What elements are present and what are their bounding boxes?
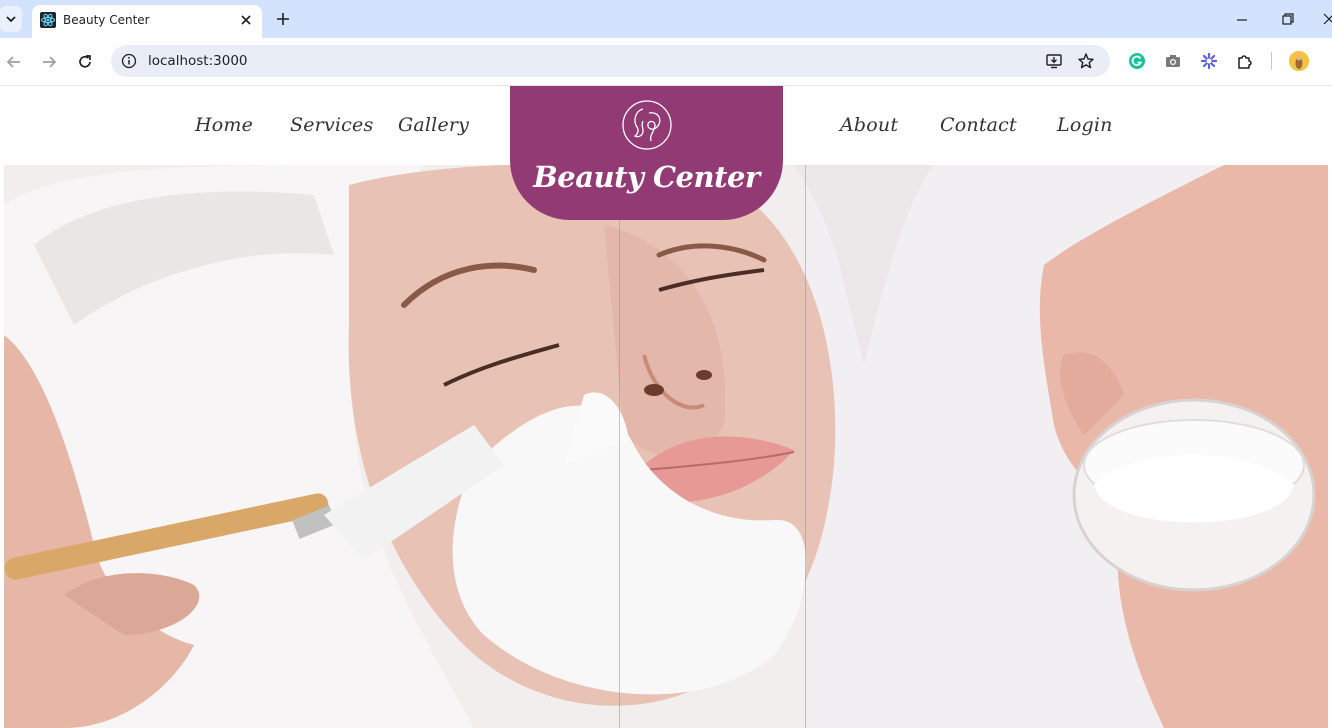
hero-divider-line <box>619 165 620 728</box>
nav-link-login[interactable]: Login <box>1057 114 1113 136</box>
address-bar[interactable]: localhost:3000 <box>111 45 1110 77</box>
window-close-icon[interactable] <box>1322 12 1332 26</box>
install-app-icon[interactable] <box>1045 52 1063 70</box>
back-arrow-icon[interactable] <box>5 53 23 71</box>
nav-link-gallery[interactable]: Gallery <box>398 114 469 136</box>
site-info-icon[interactable] <box>121 53 137 69</box>
profile-avatar[interactable] <box>1289 51 1309 71</box>
new-tab-plus-icon[interactable] <box>275 11 291 27</box>
camera-icon[interactable] <box>1164 52 1182 70</box>
react-favicon-icon <box>40 12 56 28</box>
hero-image <box>4 165 1328 728</box>
nav-link-services[interactable]: Services <box>290 114 373 136</box>
avatar-image-icon <box>1289 51 1309 71</box>
tab-title: Beauty Center <box>63 13 150 27</box>
close-icon[interactable] <box>239 13 253 27</box>
face-profile-logo-icon <box>622 100 672 150</box>
extension-sparkle-icon[interactable] <box>1200 52 1218 70</box>
toolbar-divider <box>1271 52 1272 70</box>
hero-divider-line <box>805 165 806 728</box>
extensions-puzzle-icon[interactable] <box>1236 52 1254 70</box>
forward-arrow-icon[interactable] <box>40 53 58 71</box>
restore-icon[interactable] <box>1281 12 1295 26</box>
logo-text: Beauty Center <box>533 160 760 194</box>
tab-search-button[interactable] <box>0 6 22 32</box>
grammarly-icon[interactable] <box>1128 52 1146 70</box>
minimize-icon[interactable] <box>1235 13 1249 27</box>
url-text[interactable]: localhost:3000 <box>148 53 248 69</box>
reload-icon[interactable] <box>76 53 94 71</box>
nav-link-contact[interactable]: Contact <box>940 114 1017 136</box>
chevron-down-icon <box>6 16 16 23</box>
nav-link-about[interactable]: About <box>840 114 898 136</box>
site-logo[interactable]: Beauty Center <box>510 86 783 220</box>
browser-tab-active[interactable]: Beauty Center <box>32 5 262 38</box>
facial-treatment-photo-icon <box>4 165 1328 728</box>
bookmark-star-icon[interactable] <box>1077 52 1095 70</box>
browser-toolbar: localhost:3000 <box>0 38 1332 86</box>
browser-tab-strip: Beauty Center <box>0 0 1332 38</box>
nav-link-home[interactable]: Home <box>195 114 253 136</box>
